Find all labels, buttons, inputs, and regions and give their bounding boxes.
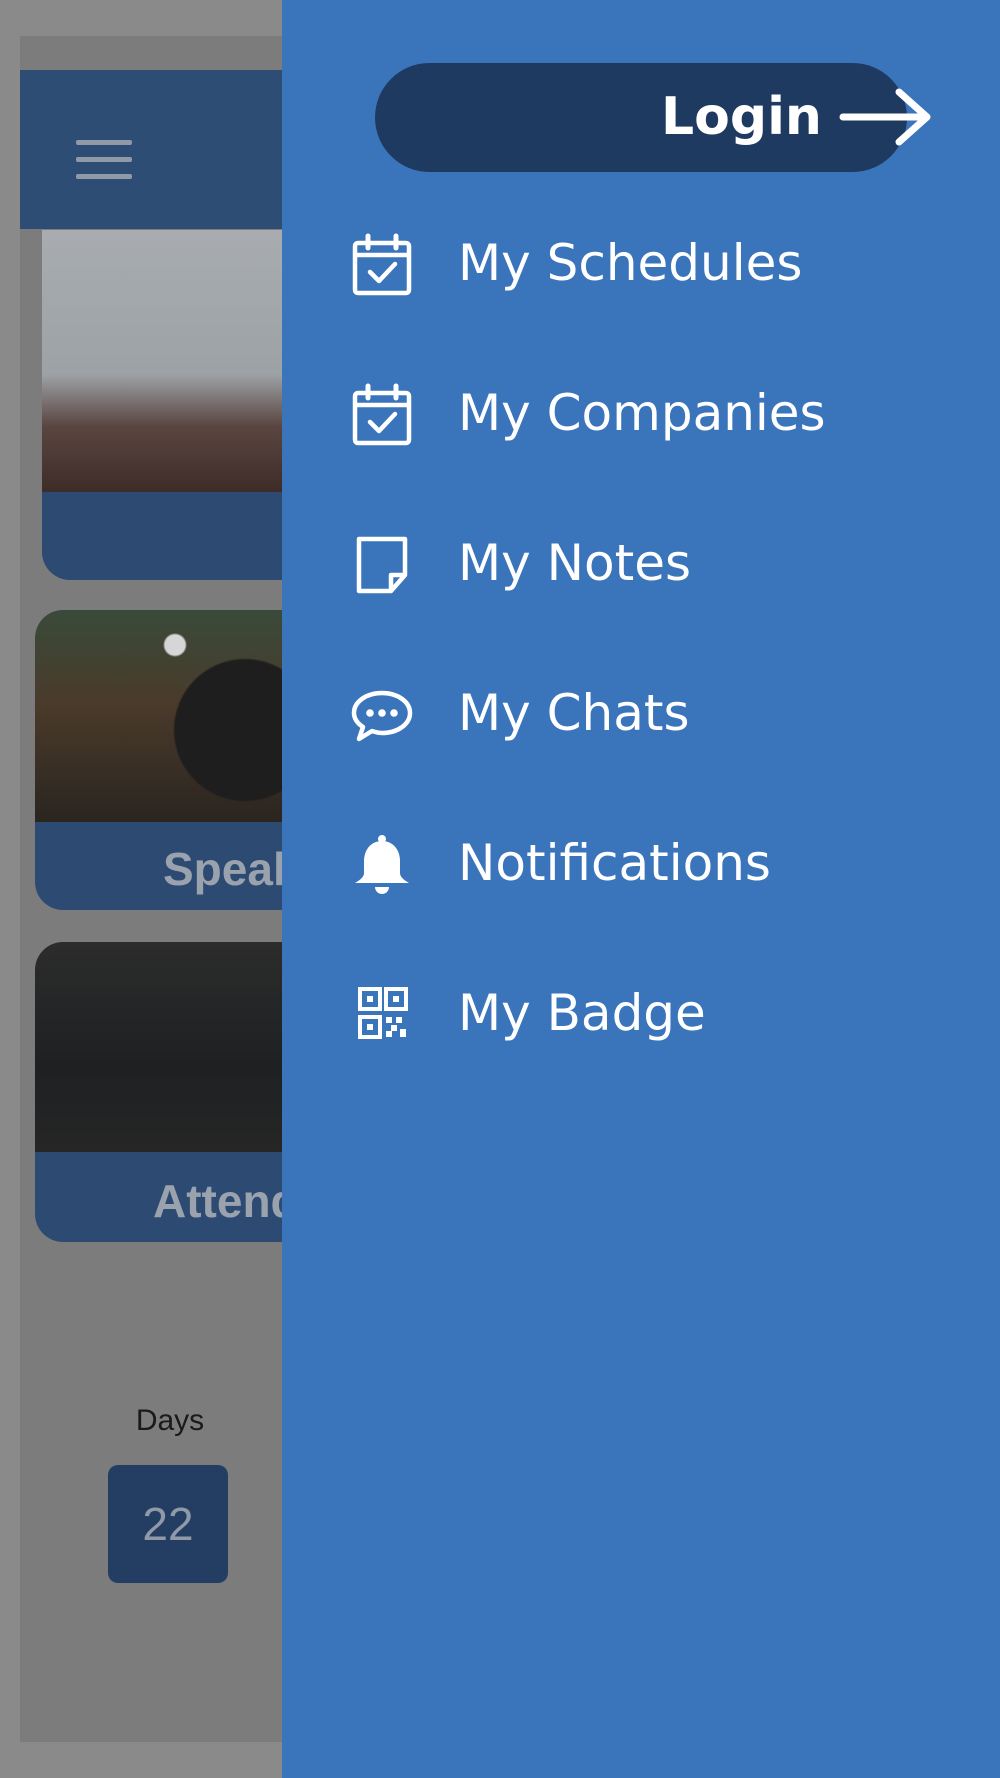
- card-caption: Speak: [163, 843, 299, 895]
- menu-item-label: Notifications: [458, 834, 771, 892]
- menu-item-my-companies[interactable]: My Companies: [322, 353, 962, 473]
- menu-item-my-badge[interactable]: My Badge: [322, 953, 962, 1073]
- menu-item-notifications[interactable]: Notifications: [322, 803, 962, 923]
- countdown-days-value: 22: [142, 1498, 194, 1550]
- menu-item-my-notes[interactable]: My Notes: [322, 503, 962, 623]
- qr-code-icon: [350, 983, 414, 1047]
- menu-item-label: My Chats: [458, 684, 690, 742]
- menu-item-label: My Companies: [458, 384, 826, 442]
- menu-item-my-chats[interactable]: My Chats: [322, 653, 962, 773]
- countdown-days-box: 22: [108, 1465, 228, 1583]
- arrow-right-icon: [839, 87, 935, 147]
- hamburger-menu-icon[interactable]: [76, 140, 132, 180]
- login-label: Login: [661, 87, 822, 147]
- note-icon: [350, 533, 414, 597]
- card-caption: Attend: [153, 1175, 299, 1227]
- menu-item-label: My Badge: [458, 984, 706, 1042]
- navigation-drawer: Login My Schedules My Companies My Notes…: [282, 0, 1000, 1778]
- menu-item-my-schedules[interactable]: My Schedules: [322, 203, 962, 323]
- menu-item-label: My Notes: [458, 534, 692, 592]
- menu-item-label: My Schedules: [458, 234, 803, 292]
- calendar-check-icon: [350, 383, 414, 447]
- chat-bubble-icon: [350, 683, 414, 747]
- calendar-check-icon: [350, 233, 414, 297]
- login-button[interactable]: Login: [375, 63, 931, 172]
- bell-icon: [350, 833, 414, 897]
- countdown-days-label: Days: [135, 1404, 205, 1437]
